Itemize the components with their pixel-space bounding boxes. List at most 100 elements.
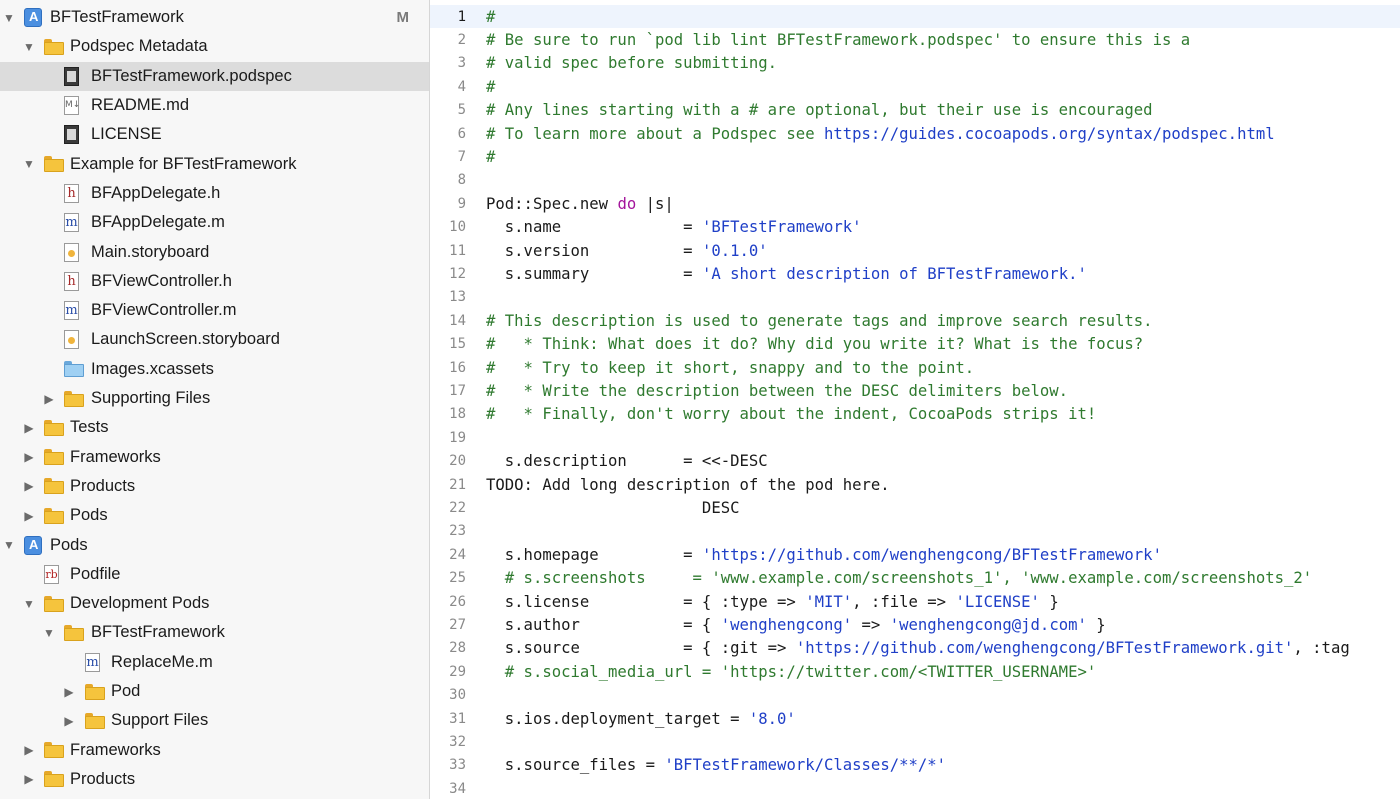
code-line[interactable]: 4 # [430,75,1400,98]
disclosure-closed-icon[interactable]: ▶ [42,392,56,406]
navigator-row[interactable]: m ReplaceMe.m [0,648,429,677]
disclosure-closed-icon[interactable]: ▶ [22,772,36,786]
navigator-row[interactable]: ▶ Pods [0,501,429,530]
navigator-row[interactable]: ▶ Pod [0,677,429,706]
navigator-row[interactable]: Images.xcassets [0,355,429,384]
code-line[interactable]: 3 # valid spec before submitting. [430,52,1400,75]
navigator-row[interactable]: BFTestFramework.podspec [0,61,429,91]
navigator-row[interactable]: LaunchScreen.storyboard [0,325,429,354]
line-number: 34 [449,780,466,797]
code-line[interactable]: 19 [430,426,1400,449]
code-line[interactable]: 23 [430,520,1400,543]
code-text: s.name = 'BFTestFramework' [486,218,862,236]
code-text: # Any lines starting with a # are option… [486,101,1153,119]
code-text: DESC [486,499,740,517]
code-line[interactable]: 26 s.license = { :type => 'MIT', :file =… [430,590,1400,613]
navigator-row[interactable]: ▶ Products [0,472,429,501]
navigator-row[interactable]: ▶ Frameworks [0,443,429,472]
navigator-row[interactable]: h BFAppDelegate.h [0,179,429,208]
folder-icon [44,38,64,55]
code-line[interactable]: 32 [430,730,1400,753]
disclosure-open-icon[interactable]: ▼ [22,157,36,171]
code-line[interactable]: 33 s.source_files = 'BFTestFramework/Cla… [430,754,1400,777]
code-line[interactable]: 24 s.homepage = 'https://github.com/weng… [430,543,1400,566]
disclosure-closed-icon[interactable]: ▶ [62,714,76,728]
code-line[interactable]: 27 s.author = { 'wenghengcong' => 'wengh… [430,613,1400,636]
code-line[interactable]: 22 DESC [430,496,1400,519]
disclosure-open-icon[interactable]: ▼ [22,40,36,54]
code-line[interactable]: 18 # * Finally, don't worry about the ind… [430,403,1400,426]
navigator-row[interactable]: ▼ BFTestFramework M [0,3,429,32]
disclosure-closed-icon[interactable]: ▶ [22,450,36,464]
code-line[interactable]: 25 # s.screenshots = 'www.example.com/sc… [430,567,1400,590]
code-line[interactable]: 13 [430,286,1400,309]
code-text: s.license = { :type => 'MIT', :file => '… [486,593,1059,611]
code-line[interactable]: 2 # Be sure to run `pod lib lint BFTestFr… [430,28,1400,51]
code-line[interactable]: 9 Pod::Spec.new do |s| [430,192,1400,215]
navigator-row[interactable]: ▶ Products [0,765,429,794]
code-token-comment: # * Finally, don't worry about the inden… [486,405,1097,424]
folder-icon [44,156,64,173]
code-line[interactable]: 5 # Any lines starting with a # are optio… [430,99,1400,122]
code-line[interactable]: 17 # * Write the description between the … [430,379,1400,402]
navigator-row[interactable]: ▶ Frameworks [0,736,429,765]
disclosure-closed-icon[interactable]: ▶ [22,421,36,435]
code-line[interactable]: 20 s.description = <<-DESC [430,450,1400,473]
disclosure-closed-icon[interactable]: ▶ [22,479,36,493]
disclosure-closed-icon[interactable]: ▶ [22,743,36,757]
navigator-item-label: Pod [111,682,141,701]
navigator-item-label: Example for BFTestFramework [70,154,297,173]
code-line[interactable]: 21 TODO: Add long description of the pod … [430,473,1400,496]
source-editor[interactable]: 1 #2 # Be sure to run `pod lib lint BFTest… [430,0,1400,799]
code-line[interactable]: 1 # [430,5,1400,29]
code-token-string: '0.1.0' [701,241,768,260]
code-line[interactable]: 30 [430,684,1400,707]
disclosure-open-icon[interactable]: ▼ [2,11,16,25]
code-line[interactable]: 31 s.ios.deployment_target = '8.0' [430,707,1400,730]
code-line[interactable]: 10 s.name = 'BFTestFramework' [430,216,1400,239]
code-line[interactable]: 6 # To learn more about a Podspec see htt… [430,122,1400,145]
navigator-row[interactable]: ▼ Development Pods [0,589,429,618]
navigator-row[interactable]: ▼ Podspec Metadata [0,32,429,61]
navigator-row[interactable]: ▼ BFTestFramework [0,618,429,647]
navigator-row[interactable]: m BFViewController.m [0,296,429,325]
navigator-row[interactable]: LICENSE [0,120,429,149]
navigator-item-label: Development Pods [70,594,210,613]
disclosure-closed-icon[interactable]: ▶ [62,685,76,699]
code-token-plain: } [1039,592,1059,611]
code-token-comment: # * Think: What does it do? Why did you … [486,335,1144,354]
code-line[interactable]: 34 [430,777,1400,799]
navigator-row[interactable]: ▶ Support Files [0,706,429,735]
code-token-comment: # s.social_media_url = 'https://twitter.… [486,662,1097,681]
navigator-row[interactable]: ▼ Example for BFTestFramework [0,150,429,179]
code-line[interactable]: 7 # [430,145,1400,168]
ruby-file-icon: rb [44,564,59,584]
navigator-row[interactable]: m BFAppDelegate.m [0,208,429,237]
code-line[interactable]: 14 # This description is used to generate… [430,309,1400,332]
navigator-row[interactable]: rb Podfile [0,560,429,589]
code-token-string: 'A short description of BFTestFramework.… [701,265,1087,284]
code-text: Pod::Spec.new do |s| [486,195,674,213]
code-line[interactable]: 8 [430,169,1400,192]
navigator-item-label: ReplaceMe.m [111,652,213,671]
code-token-url[interactable]: https://guides.cocoapods.org/syntax/pods… [824,125,1275,143]
code-line[interactable]: 28 s.source = { :git => 'https://github.… [430,637,1400,660]
navigator-row[interactable]: ▶ Tests [0,413,429,442]
navigator-row[interactable]: M↓ README.md [0,91,429,120]
code-line[interactable]: 29 # s.social_media_url = 'https://twitt… [430,660,1400,683]
navigator-row[interactable]: h BFViewController.h [0,267,429,296]
header-file-icon: h [64,271,79,291]
disclosure-open-icon[interactable]: ▼ [42,626,56,640]
code-line[interactable]: 12 s.summary = 'A short description of B… [430,262,1400,285]
code-line[interactable]: 15 # * Think: What does it do? Why did yo… [430,333,1400,356]
navigator-row[interactable]: ▼ Pods [0,530,429,559]
navigator-row[interactable]: ▶ Supporting Files [0,384,429,413]
navigator-row[interactable]: Main.storyboard [0,237,429,266]
disclosure-open-icon[interactable]: ▼ [22,597,36,611]
disclosure-open-icon[interactable]: ▼ [2,538,16,552]
project-navigator: ▼ BFTestFramework M ▼ Podspec Metadata BFTest… [0,0,430,799]
disclosure-closed-icon[interactable]: ▶ [22,509,36,523]
code-line[interactable]: 16 # * Try to keep it short, snappy and t… [430,356,1400,379]
code-line[interactable]: 11 s.version = '0.1.0' [430,239,1400,262]
xcode-project-icon [24,8,42,28]
